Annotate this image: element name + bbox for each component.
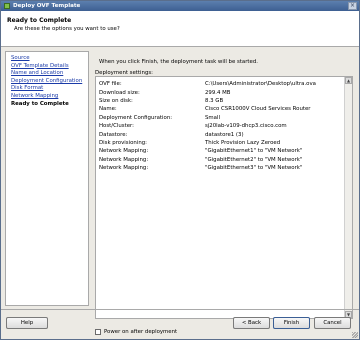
setting-value: Thick Provision Lazy Zeroed xyxy=(205,139,281,146)
page-title: Ready to Complete xyxy=(7,17,72,24)
setting-key: Datastore: xyxy=(99,131,128,138)
deploy-ovf-window: Deploy OVF Template × Ready to Complete … xyxy=(0,0,360,340)
help-button[interactable]: Help xyxy=(6,317,48,329)
vsphere-app-icon xyxy=(4,3,10,9)
step-source[interactable]: Source xyxy=(11,55,83,63)
wizard-steps-sidebar: Source OVF Template Details Name and Loc… xyxy=(5,51,89,306)
page-subtitle: Are these the options you want to use? xyxy=(14,26,120,32)
setting-value: "GigabitEthernet3" to "VM Network" xyxy=(205,165,303,172)
setting-value: sj20lab-v109-dhcp3.cisco.com xyxy=(205,123,287,130)
close-icon[interactable]: × xyxy=(348,2,357,10)
step-ovf-template-details[interactable]: OVF Template Details xyxy=(11,63,83,71)
setting-value: 8.3 GB xyxy=(205,97,224,104)
setting-key: Deployment Configuration: xyxy=(99,114,173,121)
settings-row: Datastore: datastore1 (3) xyxy=(99,130,343,138)
setting-value: 299.4 MB xyxy=(205,89,231,96)
setting-value: "GigabitEthernet2" to "VM Network" xyxy=(205,156,303,163)
step-disk-format[interactable]: Disk Format xyxy=(11,85,83,93)
scroll-up-icon[interactable]: ▲ xyxy=(345,77,352,84)
settings-row: Host/Cluster: sj20lab-v109-dhcp3.cisco.co… xyxy=(99,122,343,130)
settings-row: Network Mapping: "GigabitEthernet1" to "V… xyxy=(99,147,343,155)
resize-grip[interactable] xyxy=(352,332,358,338)
setting-key: Name: xyxy=(99,106,117,113)
setting-key: Network Mapping: xyxy=(99,156,149,163)
footer-divider xyxy=(1,309,359,310)
setting-value: C:\Users\Administrator\Desktop\ultra.ova xyxy=(205,81,316,88)
title-bar[interactable]: Deploy OVF Template × xyxy=(1,1,359,11)
settings-row: Disk provisioning: Thick Provision Lazy Z… xyxy=(99,139,343,147)
power-on-checkbox[interactable] xyxy=(95,329,101,335)
setting-key: OVF file: xyxy=(99,81,122,88)
setting-value: Cisco CSR1000V Cloud Services Router xyxy=(205,106,311,113)
window-title: Deploy OVF Template xyxy=(13,3,81,9)
setting-key: Network Mapping: xyxy=(99,148,149,155)
settings-row: Size on disk: 8.3 GB xyxy=(99,97,343,105)
setting-key: Size on disk: xyxy=(99,97,133,104)
wizard-header: Ready to Complete Are these the options … xyxy=(1,11,359,47)
setting-key: Download size: xyxy=(99,89,140,96)
setting-key: Host/Cluster: xyxy=(99,123,134,130)
settings-row: Download size: 299.4 MB xyxy=(99,88,343,96)
step-name-and-location[interactable]: Name and Location xyxy=(11,70,83,78)
setting-value: datastore1 (3) xyxy=(205,131,244,138)
step-network-mapping[interactable]: Network Mapping xyxy=(11,93,83,101)
deployment-settings-list[interactable]: OVF file: C:\Users\Administrator\Desktop\… xyxy=(95,76,353,319)
settings-row: Deployment Configuration: Small xyxy=(99,114,343,122)
back-button[interactable]: < Back xyxy=(233,317,270,329)
vertical-scrollbar[interactable]: ▲ ▼ xyxy=(344,77,352,318)
setting-key: Network Mapping: xyxy=(99,165,149,172)
settings-row: Name: Cisco CSR1000V Cloud Services Route… xyxy=(99,105,343,113)
power-on-option[interactable]: Power on after deployment xyxy=(95,329,177,335)
finish-button[interactable]: Finish xyxy=(273,317,310,329)
setting-value: Small xyxy=(205,114,220,121)
main-content: When you click Finish, the deployment ta… xyxy=(93,51,355,335)
step-deployment-configuration[interactable]: Deployment Configuration xyxy=(11,78,83,86)
settings-row: Network Mapping: "GigabitEthernet3" to "V… xyxy=(99,164,343,172)
step-ready-to-complete: Ready to Complete xyxy=(11,100,69,107)
setting-key: Disk provisioning: xyxy=(99,139,147,146)
power-on-label[interactable]: Power on after deployment xyxy=(104,329,177,335)
settings-row: OVF file: C:\Users\Administrator\Desktop\… xyxy=(99,80,343,88)
intro-text: When you click Finish, the deployment ta… xyxy=(99,59,258,65)
cancel-button[interactable]: Cancel xyxy=(314,317,351,329)
settings-row: Network Mapping: "GigabitEthernet2" to "V… xyxy=(99,156,343,164)
setting-value: "GigabitEthernet1" to "VM Network" xyxy=(205,148,303,155)
